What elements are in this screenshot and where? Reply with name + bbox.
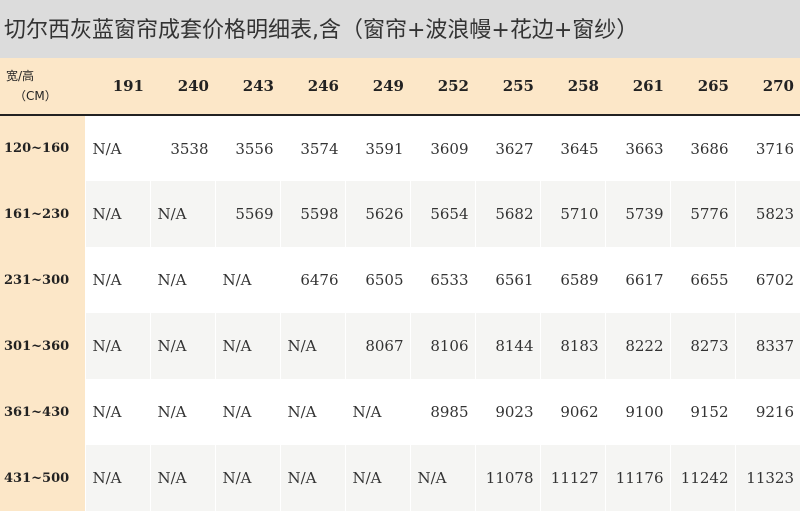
price-cell: N/A xyxy=(84,115,150,181)
table-row: 231~300 N/A N/A N/A 6476 6505 6533 6561 6589 6617… xyxy=(0,247,800,313)
price-cell: 3538 xyxy=(149,115,215,181)
price-cell: 5654 xyxy=(409,181,475,247)
corner-label: 宽/高 xyxy=(6,69,35,83)
price-cell: 9100 xyxy=(604,379,670,445)
title-bar: 切尔西灰蓝窗帘成套价格明细表,含（窗帘+波浪幔+花边+窗纱） xyxy=(0,0,800,58)
document-page: 切尔西灰蓝窗帘成套价格明细表,含（窗帘+波浪幔+花边+窗纱） 宽/高 （CM） … xyxy=(0,0,800,512)
price-cell: 3716 xyxy=(734,115,800,181)
row-header: 231~300 xyxy=(0,247,85,313)
column-header: 265 xyxy=(670,58,735,116)
column-header: 243 xyxy=(215,58,280,116)
price-cell: 3686 xyxy=(669,115,735,181)
price-cell: 9023 xyxy=(474,379,540,445)
row-header: 361~430 xyxy=(0,379,85,445)
column-header: 258 xyxy=(540,58,605,116)
price-cell: 9152 xyxy=(669,379,735,445)
price-cell: 5823 xyxy=(734,181,800,247)
price-cell: N/A xyxy=(149,181,215,247)
price-cell: 8985 xyxy=(409,379,475,445)
price-cell: 9062 xyxy=(539,379,605,445)
table-row: 120~160 N/A 3538 3556 3574 3591 3609 3627 3645 36… xyxy=(0,115,800,181)
column-header: 191 xyxy=(85,58,150,116)
column-header: 255 xyxy=(475,58,540,116)
price-cell: 11078 xyxy=(474,445,540,511)
price-cell: 3574 xyxy=(279,115,345,181)
price-cell: 8144 xyxy=(474,313,540,379)
table-row: 161~230 N/A N/A 5569 5598 5626 5654 5682 5710 573… xyxy=(0,181,800,247)
price-cell: N/A xyxy=(84,445,150,511)
price-cell: 3663 xyxy=(604,115,670,181)
price-cell: 6505 xyxy=(344,247,410,313)
price-cell: N/A xyxy=(214,445,280,511)
table-body: 120~160 N/A 3538 3556 3574 3591 3609 3627 3645 36… xyxy=(0,115,800,511)
price-cell: 5598 xyxy=(279,181,345,247)
corner-header: 宽/高 （CM） xyxy=(0,58,85,116)
price-cell: 11176 xyxy=(604,445,670,511)
price-cell: 6561 xyxy=(474,247,540,313)
price-cell: 9216 xyxy=(734,379,800,445)
column-header: 270 xyxy=(735,58,800,116)
price-cell: N/A xyxy=(84,313,150,379)
price-cell: 5682 xyxy=(474,181,540,247)
row-header: 301~360 xyxy=(0,313,85,379)
row-header: 431~500 xyxy=(0,445,85,511)
price-cell: 5710 xyxy=(539,181,605,247)
column-header: 261 xyxy=(605,58,670,116)
column-header: 252 xyxy=(410,58,475,116)
price-cell: N/A xyxy=(279,379,345,445)
column-header: 240 xyxy=(150,58,215,116)
column-header: 246 xyxy=(280,58,345,116)
price-cell: N/A xyxy=(279,313,345,379)
row-header: 120~160 xyxy=(0,115,85,181)
price-cell: N/A xyxy=(214,313,280,379)
price-cell: N/A xyxy=(344,379,410,445)
price-cell: 5626 xyxy=(344,181,410,247)
price-cell: 5776 xyxy=(669,181,735,247)
header-row: 宽/高 （CM） 191 240 243 246 249 252 255 258 261 265 2… xyxy=(0,58,800,116)
price-cell: 3591 xyxy=(344,115,410,181)
price-cell: 6617 xyxy=(604,247,670,313)
price-cell: N/A xyxy=(149,445,215,511)
price-cell: 11127 xyxy=(539,445,605,511)
price-cell: 6589 xyxy=(539,247,605,313)
table-row: 431~500 N/A N/A N/A N/A N/A N/A 11078 11127 11176… xyxy=(0,445,800,511)
row-header: 161~230 xyxy=(0,181,85,247)
price-table: 宽/高 （CM） 191 240 243 246 249 252 255 258 261 265 2… xyxy=(0,58,800,511)
price-cell: N/A xyxy=(344,445,410,511)
price-cell: 8273 xyxy=(669,313,735,379)
price-cell: N/A xyxy=(214,379,280,445)
price-cell: N/A xyxy=(84,247,150,313)
price-cell: 8067 xyxy=(344,313,410,379)
column-header: 249 xyxy=(345,58,410,116)
price-cell: 6533 xyxy=(409,247,475,313)
price-cell: N/A xyxy=(149,313,215,379)
price-cell: 6655 xyxy=(669,247,735,313)
price-cell: N/A xyxy=(84,379,150,445)
price-cell: N/A xyxy=(149,247,215,313)
price-cell: 8106 xyxy=(409,313,475,379)
price-cell: 6476 xyxy=(279,247,345,313)
price-cell: 3627 xyxy=(474,115,540,181)
price-cell: N/A xyxy=(279,445,345,511)
price-cell: 11323 xyxy=(734,445,800,511)
price-cell: 5739 xyxy=(604,181,670,247)
table-row: 301~360 N/A N/A N/A N/A 8067 8106 8144 8183 8222 8… xyxy=(0,313,800,379)
price-cell: N/A xyxy=(84,181,150,247)
page-title: 切尔西灰蓝窗帘成套价格明细表,含（窗帘+波浪幔+花边+窗纱） xyxy=(4,18,639,43)
price-cell: 8337 xyxy=(734,313,800,379)
table-row: 361~430 N/A N/A N/A N/A N/A 8985 9023 9062 9100 91… xyxy=(0,379,800,445)
price-cell: 8183 xyxy=(539,313,605,379)
price-cell: 3556 xyxy=(214,115,280,181)
price-cell: 3645 xyxy=(539,115,605,181)
price-cell: 11242 xyxy=(669,445,735,511)
price-cell: N/A xyxy=(409,445,475,511)
corner-unit: （CM） xyxy=(14,89,57,103)
price-cell: N/A xyxy=(214,247,280,313)
price-cell: 5569 xyxy=(214,181,280,247)
price-cell: 8222 xyxy=(604,313,670,379)
price-cell: 6702 xyxy=(734,247,800,313)
price-cell: 3609 xyxy=(409,115,475,181)
price-cell: N/A xyxy=(149,379,215,445)
